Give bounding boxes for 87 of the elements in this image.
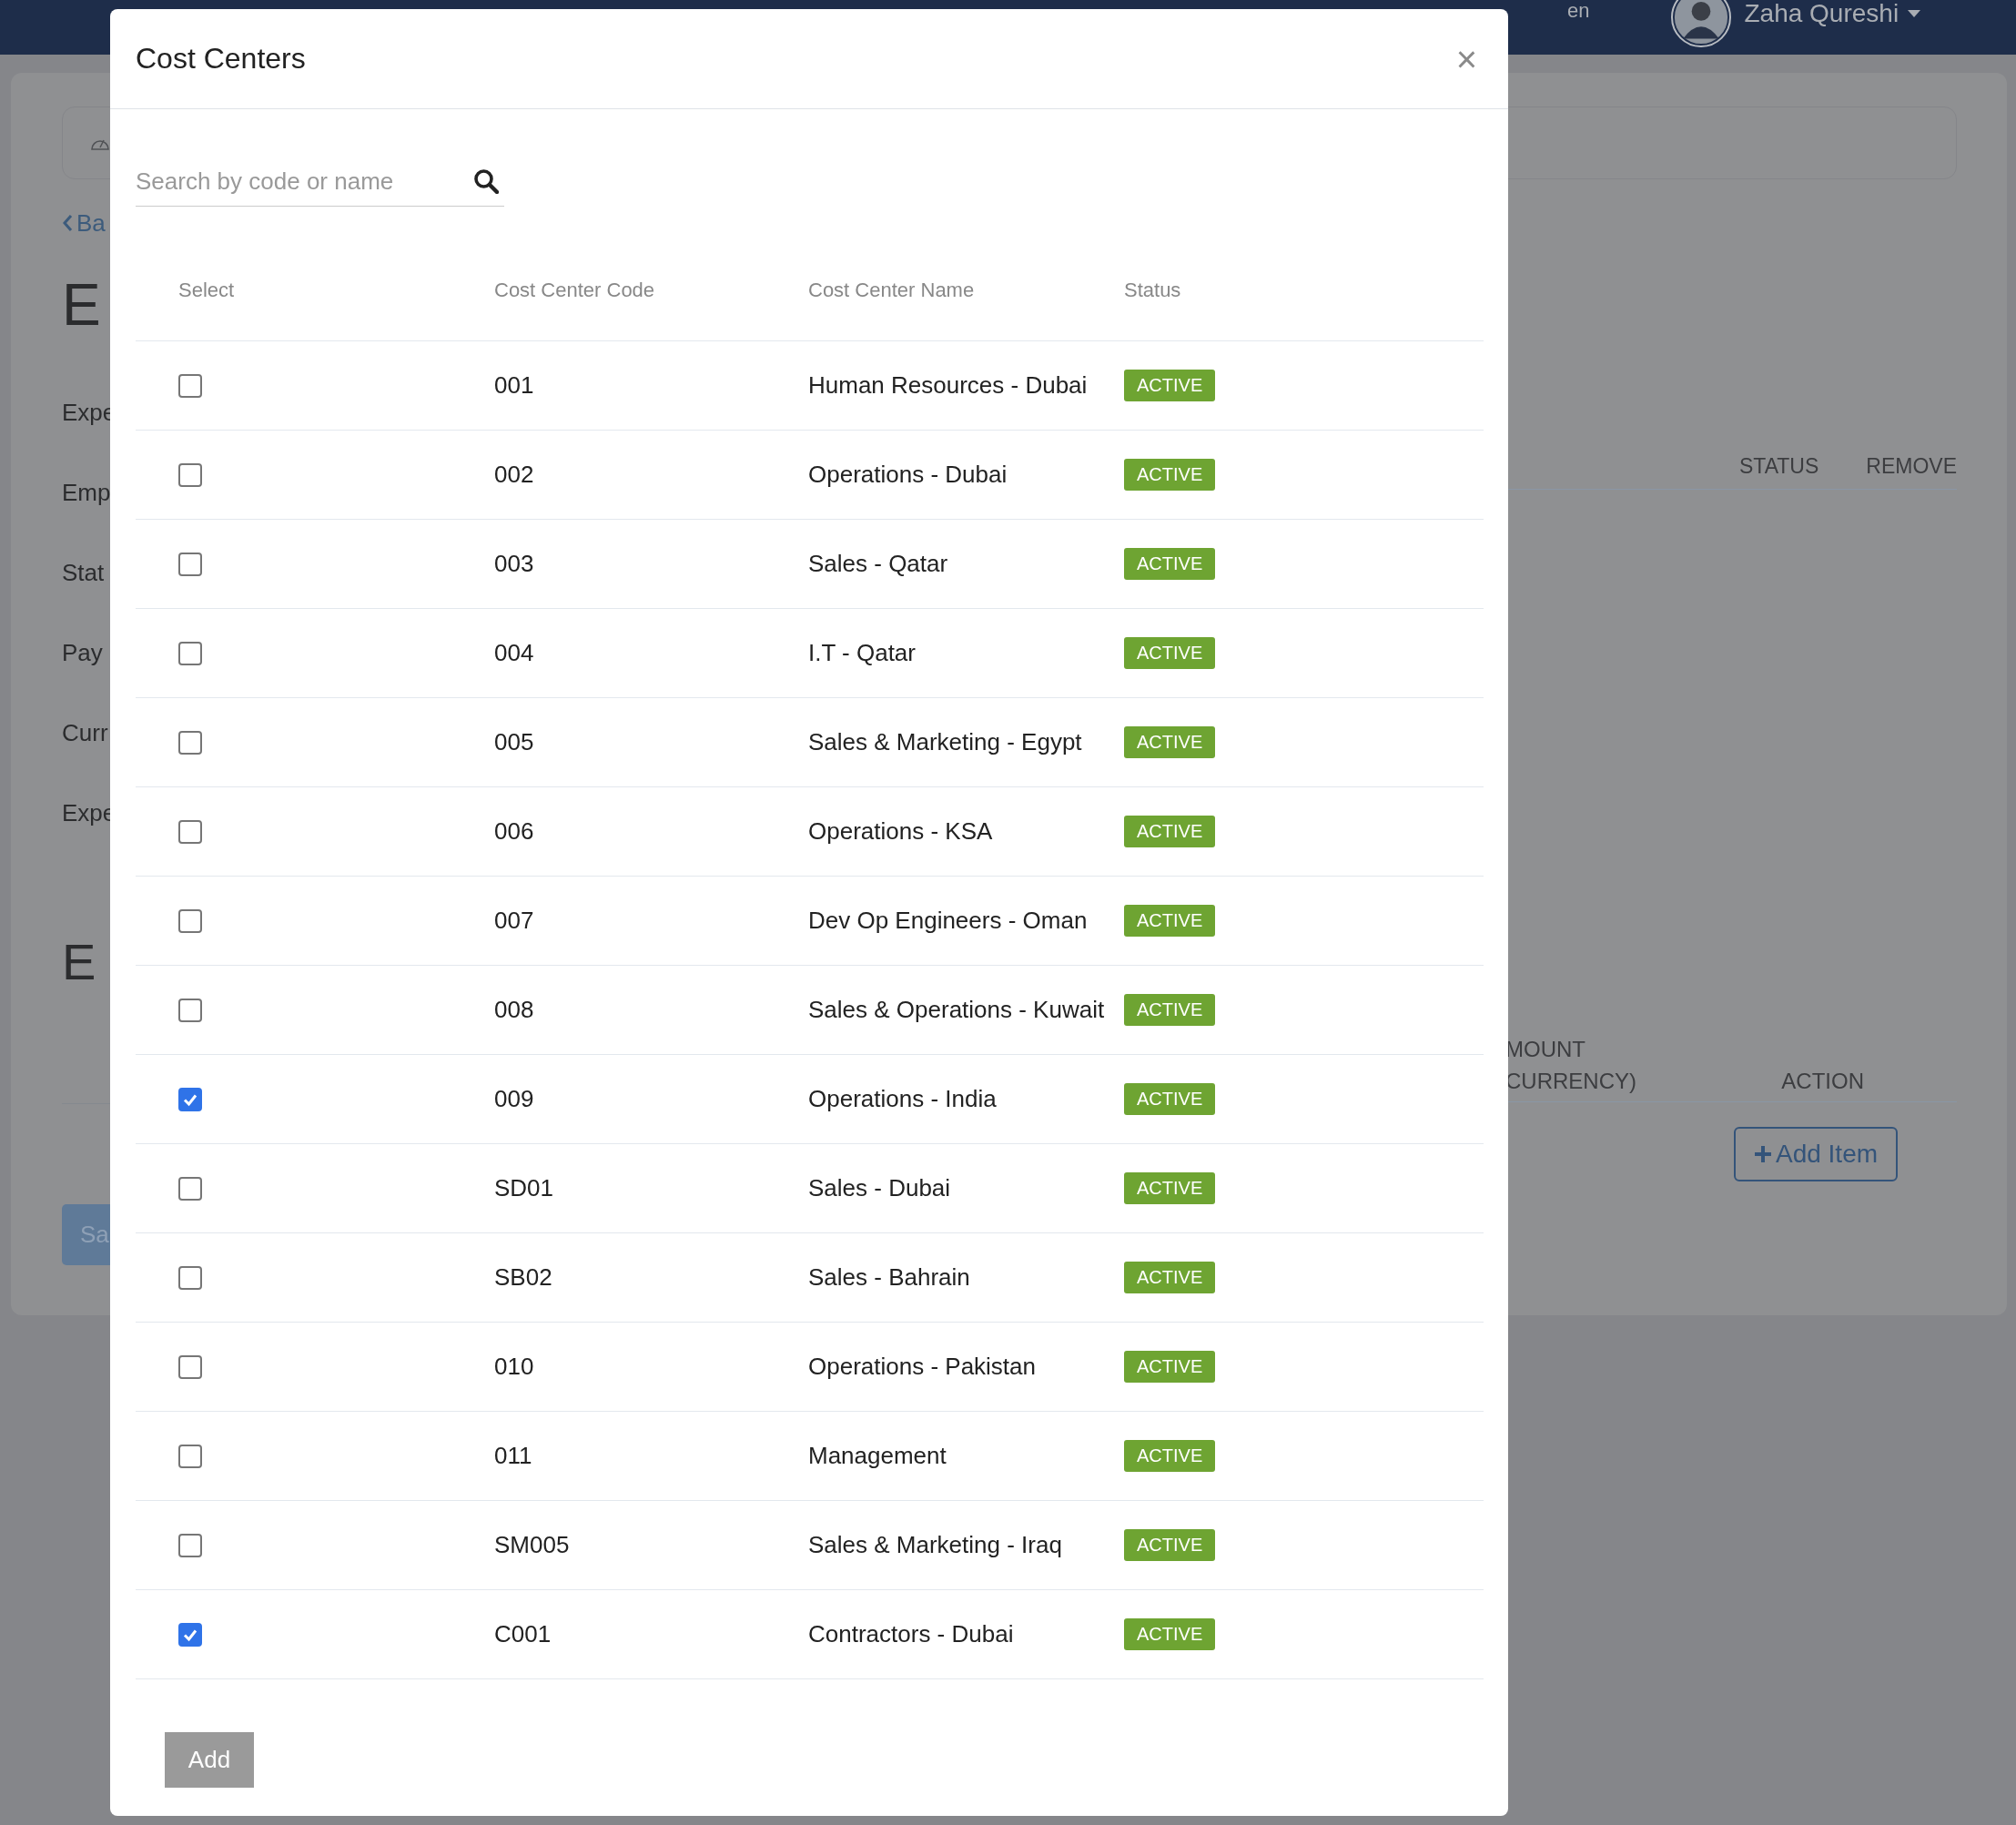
name-cell: Sales - Bahrain [808,1263,970,1292]
column-header: Status [1124,279,1181,302]
column-header: Cost Center Code [494,279,655,302]
code-cell: 006 [494,817,534,846]
field-label: Emp [62,478,110,508]
field-label: Stat [62,558,106,588]
name-cell: Sales & Operations - Kuwait [808,996,1105,1024]
column-header: MOUNT CURRENCY) [1505,1036,1636,1095]
name-cell: Operations - Pakistan [808,1353,1036,1381]
name-cell: I.T - Qatar [808,639,916,667]
code-cell: 003 [494,550,534,578]
language-selector[interactable]: en [1567,0,1590,22]
search-icon [473,168,499,194]
code-cell: SD01 [494,1174,554,1202]
code-cell: 008 [494,996,534,1024]
field-label: Pay [62,638,104,668]
column-header: ACTION [1781,1068,1864,1095]
name-cell: Human Resources - Dubai [808,371,1088,400]
checkbox[interactable] [178,373,202,398]
status-badge: ACTIVE [1124,1172,1216,1204]
column-header: STATUS [1739,453,1819,480]
code-cell: SB02 [494,1263,552,1292]
status-badge: ACTIVE [1124,1529,1216,1561]
column-header: Select [178,279,235,302]
name-cell: Sales - Dubai [808,1174,951,1202]
name-cell: Sales & Marketing - Iraq [808,1531,1062,1559]
status-badge: ACTIVE [1124,816,1216,847]
column-header: Cost Center Name [808,279,975,302]
checkbox[interactable] [178,462,202,487]
user-menu[interactable]: Zaha Qureshi [1744,0,1921,27]
checkbox[interactable] [178,1622,202,1647]
status-badge: ACTIVE [1124,370,1216,401]
add-item-button[interactable]: Add Item [1734,1127,1898,1181]
status-badge: ACTIVE [1124,1083,1216,1115]
checkbox[interactable] [178,908,202,933]
checkbox[interactable] [178,730,202,755]
checkbox[interactable] [178,1354,202,1379]
name-cell: Contractors - Dubai [808,1620,1014,1648]
page-title: E [62,271,102,340]
name-cell: Operations - Dubai [808,461,1008,489]
checkbox[interactable] [178,1533,202,1557]
code-cell: C001 [494,1620,552,1648]
code-cell: 010 [494,1353,534,1381]
avatar-icon[interactable] [1671,0,1732,47]
plus-icon [1753,1145,1772,1163]
status-badge: ACTIVE [1124,726,1216,758]
search-field[interactable]: Search by code or name [136,167,473,196]
dialog-title: Cost Centers [136,42,306,76]
name-cell: Dev Op Engineers - Oman [808,907,1088,935]
column-header: REMOVE [1866,453,1957,480]
name-cell: Operations - KSA [808,817,993,846]
status-badge: ACTIVE [1124,1351,1216,1383]
status-badge: ACTIVE [1124,548,1216,580]
code-cell: 005 [494,728,534,756]
status-badge: ACTIVE [1124,459,1216,491]
name-cell: Sales & Marketing - Egypt [808,728,1082,756]
close-button[interactable]: × [1450,40,1483,77]
chevron-left-icon [62,214,73,232]
checkbox[interactable] [178,1087,202,1111]
code-cell: 007 [494,907,534,935]
checkbox[interactable] [178,552,202,576]
code-cell: 004 [494,639,534,667]
code-cell: SM005 [494,1531,570,1559]
section-title: E [62,932,97,992]
checkbox[interactable] [178,998,202,1022]
code-cell: 001 [494,371,534,400]
checkbox[interactable] [178,819,202,844]
name-cell: Management [808,1442,947,1470]
status-badge: ACTIVE [1124,637,1216,669]
status-badge: ACTIVE [1124,1440,1216,1472]
name-cell: Operations - India [808,1085,997,1113]
status-badge: ACTIVE [1124,1618,1216,1650]
status-badge: ACTIVE [1124,994,1216,1026]
status-badge: ACTIVE [1124,905,1216,937]
back-link[interactable]: Ba [62,205,110,241]
caret-icon [1908,10,1921,17]
checkbox[interactable] [178,1265,202,1290]
add-button[interactable]: Add [165,1732,254,1788]
checkbox[interactable] [178,1176,202,1201]
name-cell: Sales - Qatar [808,550,948,578]
code-cell: 009 [494,1085,534,1113]
code-cell: 011 [494,1442,532,1470]
checkbox[interactable] [178,1444,202,1468]
code-cell: 002 [494,461,534,489]
field-label: Curr [62,718,109,748]
status-badge: ACTIVE [1124,1262,1216,1293]
checkbox[interactable] [178,641,202,665]
